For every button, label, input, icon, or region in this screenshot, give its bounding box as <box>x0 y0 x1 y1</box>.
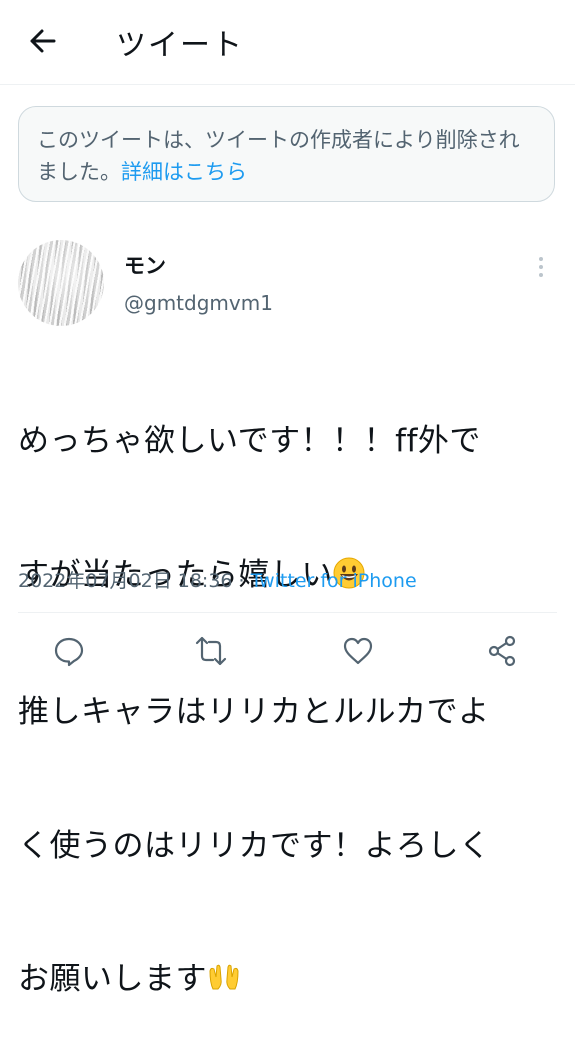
heart-icon <box>343 637 373 665</box>
deleted-tweet-notice: このツイートは、ツイートの作成者により削除されました。詳細はこちら <box>18 106 555 202</box>
more-dots-icon <box>539 257 543 261</box>
source-link[interactable]: Twitter for iPhone <box>251 570 417 592</box>
tweet-line: めっちゃ欲しいです！！！ff外で <box>18 423 481 459</box>
tweet-line: 推しキャラはリリカとルルカでよ <box>18 694 490 730</box>
arrow-left-icon <box>30 29 56 53</box>
like-button[interactable] <box>341 634 375 668</box>
more-options-button[interactable] <box>526 252 556 282</box>
notice-text: このツイートは、ツイートの作成者により削除されました。 <box>37 128 520 184</box>
tweet-meta: 2022年07月02日 18:36 · Twitter for iPhone <box>18 570 417 592</box>
timestamp[interactable]: 2022年07月02日 18:36 <box>18 570 233 592</box>
author-name[interactable]: モン <box>124 250 166 280</box>
tweet-text: めっちゃ欲しいです！！！ff外で すが当たったら嬉しい 推しキャラはリリカとルル… <box>18 330 558 1050</box>
avatar[interactable] <box>18 240 104 326</box>
tweet-line: お願いします <box>18 957 558 1006</box>
reply-icon <box>54 637 84 667</box>
back-button[interactable] <box>24 26 64 56</box>
header-divider <box>0 84 575 85</box>
share-button[interactable] <box>485 634 519 668</box>
share-icon <box>488 635 516 667</box>
learn-more-link[interactable]: 詳細はこちら <box>121 160 247 184</box>
retweet-button[interactable] <box>194 634 228 668</box>
author-handle[interactable]: @gmtdgmvm1 <box>124 291 273 315</box>
tweet-line: く使うのはリリカです！よろしく <box>18 827 491 864</box>
retweet-icon <box>195 636 227 666</box>
page-title: ツイート <box>116 28 244 63</box>
actions-divider <box>18 612 557 613</box>
top-bar: ツイート <box>0 0 575 84</box>
palms-up-together-emoji <box>207 961 241 1006</box>
reply-button[interactable] <box>52 634 86 668</box>
